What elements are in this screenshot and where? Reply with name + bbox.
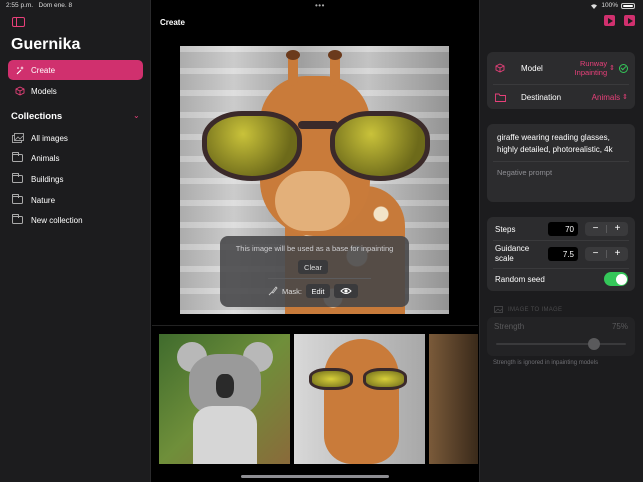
chevron-down-icon[interactable]: ⌄ <box>133 111 140 120</box>
destination-value: Animals <box>591 92 621 102</box>
folder-icon <box>12 194 23 204</box>
model-value: Runway Inpainting <box>574 59 608 77</box>
image-to-image-header: IMAGE TO IMAGE <box>494 306 562 313</box>
collection-label: Buildings <box>31 174 64 184</box>
sidebar-item-models[interactable]: Models <box>8 81 143 101</box>
status-bar: 2:55 p.m. Dom ene. 8 ••• 100% <box>0 0 643 12</box>
strength-slider[interactable] <box>496 343 626 345</box>
main-area: Create This image will be used as a base… <box>152 0 478 482</box>
destination-label: Destination <box>521 92 562 102</box>
strength-label: Strength <box>494 322 525 331</box>
brush-icon <box>268 286 278 296</box>
collection-label: New collection <box>31 215 83 225</box>
folder-icon <box>495 93 509 102</box>
sidebar-item-animals[interactable]: Animals <box>8 149 143 167</box>
prompt-input[interactable]: giraffe wearing reading glasses, highly … <box>497 132 627 156</box>
generate-icon[interactable] <box>604 15 615 26</box>
battery-icon <box>621 2 635 9</box>
result-thumbnail[interactable] <box>159 334 290 464</box>
photo-icon <box>494 306 503 313</box>
wifi-icon <box>591 3 598 9</box>
chevron-updown-icon: ⇕ <box>622 94 628 101</box>
folder-icon <box>12 152 23 162</box>
page-title: Create <box>160 18 185 27</box>
eye-icon <box>340 288 352 294</box>
status-time: 2:55 p.m. Dom ene. 8 <box>6 2 73 9</box>
model-label: Model <box>521 63 543 73</box>
sidebar-item-label: Create <box>31 65 56 75</box>
inpainting-message: This image will be used as a base for in… <box>235 244 394 253</box>
sidebar-item-create[interactable]: Create <box>8 60 143 80</box>
steps-label: Steps <box>495 224 516 234</box>
random-seed-toggle[interactable] <box>604 272 628 286</box>
battery-percent: 100% <box>601 2 618 9</box>
app-title: Guernika <box>11 36 81 53</box>
sidebar-toggle-icon[interactable] <box>12 17 25 27</box>
status-right: 100% <box>590 2 635 9</box>
cube-icon <box>495 63 509 73</box>
random-seed-label: Random seed <box>495 274 545 284</box>
result-thumbnail[interactable] <box>429 334 478 464</box>
sidebar-item-nature[interactable]: Nature <box>8 191 143 209</box>
collection-label: Nature <box>31 195 56 205</box>
photos-icon <box>12 133 26 143</box>
destination-row[interactable]: Destination Animals ⇕ <box>487 87 635 107</box>
sparkles-icon <box>13 65 27 75</box>
strength-group: Strength 75% <box>487 317 635 356</box>
sidebar-item-all-images[interactable]: All images <box>8 129 143 147</box>
result-thumbnail[interactable] <box>294 334 425 464</box>
collection-label: All images <box>31 133 68 143</box>
multitasking-dots[interactable]: ••• <box>315 1 325 10</box>
negative-prompt-input[interactable]: Negative prompt <box>497 168 552 177</box>
clear-button[interactable]: Clear <box>298 260 328 274</box>
random-seed-row: Random seed <box>487 270 635 288</box>
guidance-row: Guidance scale 7.5 − + <box>487 242 635 266</box>
sidebar-item-new-collection[interactable]: New collection <box>8 211 143 229</box>
checkmark-icon <box>619 63 628 73</box>
strength-note: Strength is ignored in inpainting models <box>493 360 599 366</box>
home-indicator[interactable] <box>241 475 389 478</box>
plus-icon: + <box>614 248 621 259</box>
generation-settings-group: Steps 70 − + Guidance scale 7.5 − + Random… <box>487 217 635 291</box>
play-icon[interactable] <box>624 15 635 26</box>
mask-label: Mask: <box>282 286 303 296</box>
toggle-mask-visibility-button[interactable] <box>334 284 359 298</box>
minus-icon: − <box>592 223 599 234</box>
mask-controls: Mask: Edit <box>268 284 359 298</box>
sunglasses-image-detail <box>202 101 430 186</box>
collections-title: Collections <box>11 111 63 122</box>
inpainting-overlay: This image will be used as a base for in… <box>220 236 409 307</box>
sidebar-item-label: Models <box>31 86 57 96</box>
sidebar: Guernika Create Models Collections ⌄ All… <box>0 0 151 482</box>
edit-mask-button[interactable]: Edit <box>306 284 331 298</box>
prompt-group: giraffe wearing reading glasses, highly … <box>487 124 635 202</box>
steps-row: Steps 70 − + <box>487 220 635 238</box>
settings-panel: Model Runway Inpainting ⇕ Destination An… <box>479 0 643 482</box>
plus-icon: + <box>614 223 621 234</box>
guidance-label: Guidance scale <box>495 244 530 263</box>
cube-icon <box>13 86 27 96</box>
folder-plus-icon <box>12 214 23 224</box>
steps-stepper[interactable]: − + <box>585 222 628 236</box>
collection-label: Animals <box>31 153 60 163</box>
guidance-stepper[interactable]: − + <box>585 247 628 261</box>
chevron-updown-icon: ⇕ <box>609 65 615 72</box>
model-destination-group: Model Runway Inpainting ⇕ Destination An… <box>487 52 635 109</box>
strength-slider-thumb[interactable] <box>587 338 600 350</box>
model-row[interactable]: Model Runway Inpainting ⇕ <box>487 56 635 80</box>
guidance-field[interactable]: 7.5 <box>548 247 578 261</box>
strength-value: 75% <box>611 322 628 331</box>
minus-icon: − <box>592 248 599 259</box>
steps-field[interactable]: 70 <box>548 222 578 236</box>
sidebar-item-buildings[interactable]: Buildings <box>8 170 143 188</box>
folder-icon <box>12 173 23 183</box>
